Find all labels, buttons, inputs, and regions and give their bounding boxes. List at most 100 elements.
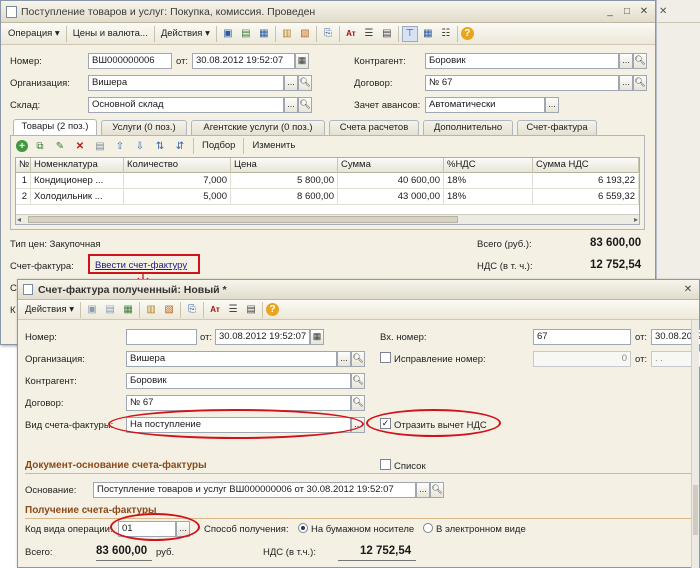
change-button[interactable]: Изменить [248,138,299,154]
invoice-close-icon[interactable]: ✕ [681,283,695,296]
list-checkbox[interactable] [380,459,391,470]
actions-menu[interactable]: Действия ▾ [157,26,214,42]
organization-select-button[interactable]: ... [284,75,298,91]
correction-checkbox[interactable] [380,352,391,363]
table-row[interactable]: 2 Холодильник ... 5,000 8 600,00 43 000,… [16,190,639,205]
add-row-icon[interactable]: + [16,140,28,152]
method-electronic-radio[interactable] [423,523,433,533]
contract-open-icon[interactable]: 🔍︎ [633,75,647,91]
number-field[interactable]: ВШ000000006 [88,53,172,69]
invoice-print-icon[interactable]: ⎘ [184,302,200,318]
warehouse-field[interactable]: Основной склад [88,97,284,113]
delete-row-icon[interactable]: ✕ [72,138,88,154]
tab-settlement-accounts[interactable]: Счета расчетов [329,120,419,135]
receipt-titlebar[interactable]: Поступление товаров и услуг: Покупка, ко… [1,1,655,23]
create-based-icon[interactable]: ▧ [297,26,313,42]
invoice-post-icon[interactable]: ▦ [120,302,136,318]
col-vat-sum[interactable]: Сумма НДС [533,158,639,173]
col-price[interactable]: Цена [231,158,338,173]
scroll-left-icon[interactable]: ◂ [17,215,21,224]
invoice-scroll-thumb[interactable] [693,485,698,535]
move-down-icon[interactable]: ⇩ [132,138,148,154]
advance-offset-select-button[interactable]: ... [545,97,559,113]
inv-organization-field[interactable]: Вишера [126,351,337,367]
col-vat-rate[interactable]: %НДС [444,158,533,173]
tab-additional[interactable]: Дополнительно [423,120,513,135]
invoice-help-icon[interactable]: ? [266,303,280,316]
save-icon[interactable]: ▣ [220,26,236,42]
table-row[interactable]: 1 Кондиционер ... 7,000 5 800,00 40 600,… [16,174,639,189]
calendar-icon[interactable]: ▦ [295,53,309,69]
invoice-titlebar[interactable]: Счет-фактура полученный: Новый * ✕ [18,280,699,300]
post-icon[interactable]: ▦ [256,26,272,42]
invoice-save-icon[interactable]: ▣ [84,302,100,318]
warehouse-select-button[interactable]: ... [284,97,298,113]
inv-date-field[interactable]: 30.08.2012 19:52:07 [215,329,310,345]
date-field[interactable]: 30.08.2012 19:52:07 [192,53,295,69]
basis-open-icon[interactable]: 🔍︎ [430,482,444,498]
invoice-vertical-scrollbar[interactable] [691,320,699,568]
tab-invoice[interactable]: Счет-фактура [517,120,597,135]
maximize-icon[interactable]: □ [620,5,634,18]
close-icon[interactable]: ✕ [637,5,651,18]
inv-organization-select-button[interactable]: ... [337,351,351,367]
help-icon[interactable]: ? [460,27,474,40]
minimize-icon[interactable]: _ [603,5,617,18]
print-icon[interactable]: ⎘ [320,26,336,42]
invoice-actions-menu[interactable]: Действия ▾ [21,302,78,318]
list-icon[interactable]: ☷ [438,26,454,42]
invoice-structure-icon[interactable]: ▥ [143,302,159,318]
method-paper-radio[interactable] [298,523,308,533]
warehouse-open-icon[interactable]: 🔍︎ [298,97,312,113]
invoice-based-icon[interactable]: ▧ [161,302,177,318]
basis-field[interactable]: Поступление товаров и услуг ВШ000000006 … [93,482,416,498]
contract-select-button[interactable]: ... [619,75,633,91]
col-sum[interactable]: Сумма [338,158,444,173]
sort-asc-icon[interactable]: ⇅ [152,138,168,154]
tab-goods[interactable]: Товары (2 поз.) [13,119,97,136]
basis-select-button[interactable]: ... [416,482,430,498]
inv-counterparty-open-icon[interactable]: 🔍︎ [351,373,365,389]
invoice-dt-kt-icon[interactable]: Ат [207,302,223,318]
sort-desc-icon[interactable]: ⇵ [172,138,188,154]
background-close-icon[interactable]: ✕ [659,6,667,17]
col-quantity[interactable]: Количество [124,158,231,173]
col-item[interactable]: Номенклатура [31,158,124,173]
invoice-copy-icon[interactable]: ▤ [102,302,118,318]
inv-number-field[interactable] [126,329,197,345]
invoice-report-icon[interactable]: ☰ [225,302,241,318]
tab-services[interactable]: Услуги (0 поз.) [101,120,187,135]
copy-row-icon[interactable]: ⧉ [32,138,48,154]
invoice-movements-icon[interactable]: ▤ [243,302,259,318]
contract-field[interactable]: № 67 [425,75,619,91]
scroll-right-icon[interactable]: ▸ [634,215,638,224]
filter-icon[interactable]: ⊤ [401,25,418,42]
tab-agent-services[interactable]: Агентские услуги (0 поз.) [191,120,325,135]
journal-icon[interactable]: ▦ [420,26,436,42]
counterparty-field[interactable]: Боровик [425,53,619,69]
counterparty-open-icon[interactable]: 🔍︎ [633,53,647,69]
advance-offset-field[interactable]: Автоматически [425,97,545,113]
operation-menu[interactable]: Операция ▾ [4,26,64,42]
structure-icon[interactable]: ▥ [279,26,295,42]
pick-button[interactable]: Подбор [198,138,239,154]
col-number[interactable]: № [16,158,31,173]
inv-counterparty-field[interactable]: Боровик [126,373,351,389]
move-up-icon[interactable]: ⇧ [112,138,128,154]
inv-organization-open-icon[interactable]: 🔍︎ [351,351,365,367]
movements-icon[interactable]: ▤ [379,26,395,42]
organization-open-icon[interactable]: 🔍︎ [298,75,312,91]
edit-row-icon[interactable]: ✎ [52,138,68,154]
end-edit-icon[interactable]: ▤ [92,138,108,154]
inv-contract-open-icon[interactable]: 🔍︎ [351,395,365,411]
in-number-field[interactable]: 67 [533,329,631,345]
correction-number-field[interactable]: 0 [533,351,631,367]
horizontal-scrollbar[interactable]: ◂ ▸ [16,214,639,224]
counterparty-select-button[interactable]: ... [619,53,633,69]
organization-field[interactable]: Вишера [88,75,284,91]
copy-icon[interactable]: ▤ [238,26,254,42]
prices-currency-button[interactable]: Цены и валюта... [69,26,152,42]
inv-calendar-icon[interactable]: ▦ [310,329,324,345]
dt-kt-icon[interactable]: Ат [343,26,359,42]
report-icon[interactable]: ☰ [361,26,377,42]
